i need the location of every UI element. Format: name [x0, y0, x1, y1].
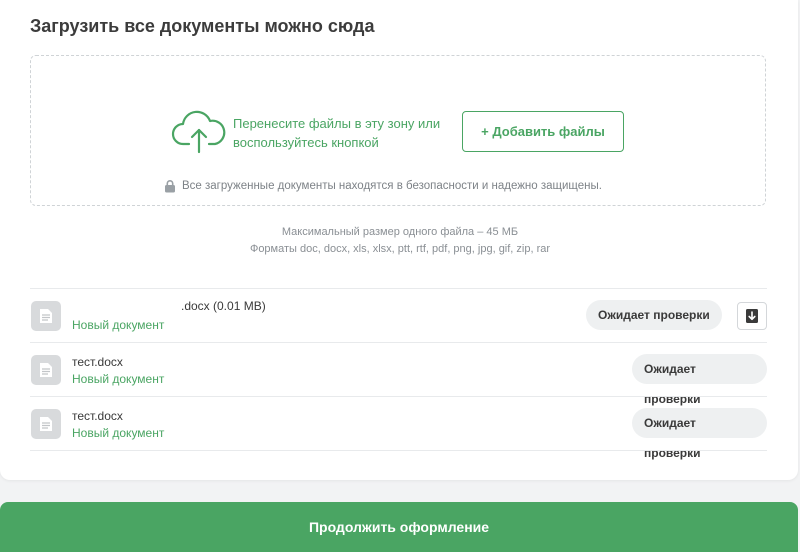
- review-status-badge: Ожидает проверки: [632, 354, 767, 406]
- review-status-badge: Ожидает проверки: [632, 408, 767, 460]
- download-icon: [746, 309, 758, 323]
- file-row: тест.docx Новый документ Ожидает проверк…: [30, 397, 767, 460]
- continue-button[interactable]: Продолжить оформление: [0, 502, 798, 552]
- file-dropzone[interactable]: Перенесите файлы в эту зону или воспольз…: [30, 55, 766, 206]
- document-icon: [31, 409, 61, 439]
- file-status: Новый документ: [72, 426, 165, 440]
- dropzone-text: Перенесите файлы в эту зону или воспольз…: [233, 116, 441, 150]
- review-status-badge: Ожидает проверки: [586, 300, 722, 330]
- file-name: тест.docx: [72, 409, 123, 423]
- file-name: тест.docx: [72, 355, 123, 369]
- file-status: Новый документ: [72, 318, 165, 332]
- download-button[interactable]: [737, 302, 767, 330]
- max-size-text: Максимальный размер одного файла – 45 МБ: [281, 226, 519, 238]
- lock-icon: [165, 180, 175, 193]
- document-icon: [31, 301, 61, 331]
- security-note: Все загруженные документы находятся в бе…: [163, 179, 602, 193]
- divider: [30, 450, 767, 451]
- upload-card: Загрузить все документы можно сюда Перен…: [0, 0, 798, 480]
- document-icon: [31, 355, 61, 385]
- upload-limits: Максимальный размер одного файла – 45 МБ…: [0, 224, 800, 258]
- cloud-upload-icon: [171, 110, 226, 154]
- file-row: тест.docx Новый документ Ожидает проверк…: [30, 343, 767, 406]
- add-files-button[interactable]: + Добавить файлы: [462, 111, 624, 152]
- file-status: Новый документ: [72, 372, 165, 386]
- file-row: .docx (0.01 MB) Новый документ Ожидает п…: [30, 289, 767, 343]
- page-title: Загрузить все документы можно сюда: [30, 16, 375, 36]
- file-name: .docx (0.01 MB): [181, 299, 266, 313]
- security-note-text: Все загруженные документы находятся в бе…: [182, 180, 602, 192]
- formats-text: Форматы doc, docx, xls, xlsx, ptt, rtf, …: [249, 243, 551, 255]
